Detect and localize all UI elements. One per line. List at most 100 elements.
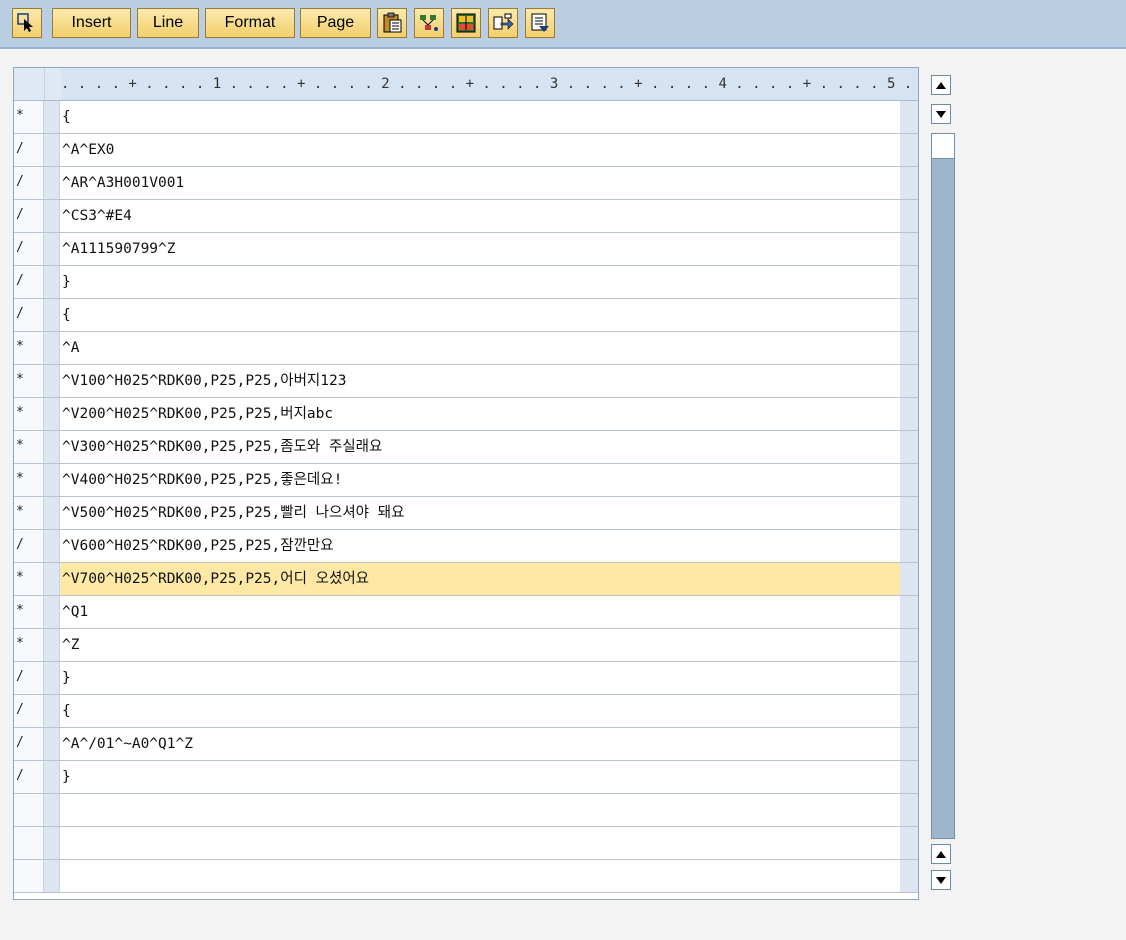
vertical-scrollbar[interactable]: [928, 69, 958, 897]
line-text[interactable]: ^V200^H025^RDK00,P25,P25,버지abc: [60, 398, 900, 430]
editor-line[interactable]: /}: [14, 761, 918, 794]
line-format-marker[interactable]: /: [14, 200, 44, 232]
editor-line[interactable]: / ^A111590799^Z: [14, 233, 918, 266]
scroll-up-bottom-button[interactable]: [931, 844, 951, 864]
line-format-marker[interactable]: *: [14, 563, 44, 595]
line-text[interactable]: {: [60, 101, 900, 133]
line-gap: [44, 860, 60, 892]
line-text[interactable]: ^A^EX0: [60, 134, 900, 166]
line-text[interactable]: ^V600^H025^RDK00,P25,P25,잠깐만요: [60, 530, 900, 562]
line-format-marker[interactable]: *: [14, 431, 44, 463]
editor-line[interactable]: * ^V500^H025^RDK00,P25,P25,빨리 나으셔야 돼요: [14, 497, 918, 530]
editor-line[interactable]: / ^A^EX0: [14, 134, 918, 167]
line-format-marker[interactable]: /: [14, 233, 44, 265]
line-text[interactable]: ^Z: [60, 629, 900, 661]
line-format-marker[interactable]: /: [14, 728, 44, 760]
line-text[interactable]: ^Q1: [60, 596, 900, 628]
line-format-marker[interactable]: /: [14, 530, 44, 562]
line-format-marker[interactable]: *: [14, 497, 44, 529]
editor-line[interactable]: * ^V400^H025^RDK00,P25,P25,좋은데요!: [14, 464, 918, 497]
scroll-track[interactable]: [931, 133, 955, 839]
line-right-gap: [900, 596, 918, 628]
scroll-down-bottom-button[interactable]: [931, 870, 951, 890]
editor-line[interactable]: / ^V600^H025^RDK00,P25,P25,잠깐만요: [14, 530, 918, 563]
line-format-marker[interactable]: /: [14, 761, 44, 793]
line-format-marker[interactable]: *: [14, 629, 44, 661]
line-gap: [44, 365, 60, 397]
editor-line[interactable]: /{: [14, 695, 918, 728]
text-editor[interactable]: . . . . + . . . . 1 . . . . + . . . . 2 …: [13, 67, 919, 900]
scroll-up-top-button[interactable]: [931, 75, 951, 95]
line-text[interactable]: {: [60, 299, 900, 331]
ruler-gutter: [14, 68, 45, 100]
editor-line[interactable]: * ^V300^H025^RDK00,P25,P25,좀도와 주실래요: [14, 431, 918, 464]
line-format-marker[interactable]: *: [14, 398, 44, 430]
select-cursor-button[interactable]: [12, 8, 42, 38]
editor-line[interactable]: /{: [14, 299, 918, 332]
line-text[interactable]: {: [60, 695, 900, 727]
editor-line[interactable]: /}: [14, 662, 918, 695]
line-format-marker[interactable]: [14, 860, 44, 892]
line-format-marker[interactable]: /: [14, 167, 44, 199]
scroll-down-top-button[interactable]: [931, 104, 951, 124]
ruler-row: . . . . + . . . . 1 . . . . + . . . . 2 …: [14, 68, 918, 101]
editor-line[interactable]: / ^A^/01^~A0^Q1^Z: [14, 728, 918, 761]
editor-line[interactable]: [14, 827, 918, 860]
editor-line[interactable]: * ^Z: [14, 629, 918, 662]
page-button[interactable]: Page: [300, 8, 371, 38]
line-format-marker[interactable]: /: [14, 695, 44, 727]
transfer-button[interactable]: [488, 8, 518, 38]
line-text[interactable]: ^V400^H025^RDK00,P25,P25,좋은데요!: [60, 464, 900, 496]
line-format-marker[interactable]: *: [14, 365, 44, 397]
editor-line[interactable]: /}: [14, 266, 918, 299]
line-format-marker[interactable]: *: [14, 596, 44, 628]
structure-button[interactable]: [414, 8, 444, 38]
line-button[interactable]: Line: [137, 8, 199, 38]
editor-line[interactable]: [14, 794, 918, 827]
line-text[interactable]: ^AR^A3H001V001: [60, 167, 900, 199]
editor-line[interactable]: * ^A: [14, 332, 918, 365]
editor-rows: *{/ ^A^EX0/^AR^A3H001V001/^CS3^#E4/^A1115…: [14, 101, 918, 893]
line-right-gap: [900, 629, 918, 661]
line-format-marker[interactable]: /: [14, 266, 44, 298]
print-preview-button[interactable]: [525, 8, 555, 38]
line-text[interactable]: [60, 827, 900, 859]
line-format-marker[interactable]: [14, 794, 44, 826]
line-text[interactable]: ^V100^H025^RDK00,P25,P25,아버지123: [60, 365, 900, 397]
line-format-marker[interactable]: /: [14, 662, 44, 694]
editor-line[interactable]: * ^V700^H025^RDK00,P25,P25,어디 오셨어요: [14, 563, 918, 596]
clipboard-button[interactable]: [377, 8, 407, 38]
line-format-marker[interactable]: *: [14, 332, 44, 364]
editor-line[interactable]: * ^V200^H025^RDK00,P25,P25,버지abc: [14, 398, 918, 431]
line-gap: [44, 827, 60, 859]
line-right-gap: [900, 695, 918, 727]
line-text[interactable]: ^CS3^#E4: [60, 200, 900, 232]
editor-line[interactable]: * ^V100^H025^RDK00,P25,P25,아버지123: [14, 365, 918, 398]
line-format-marker[interactable]: /: [14, 134, 44, 166]
line-format-marker[interactable]: *: [14, 101, 44, 133]
editor-line[interactable]: * ^Q1: [14, 596, 918, 629]
line-format-marker[interactable]: /: [14, 299, 44, 331]
edit-table-button[interactable]: [451, 8, 481, 38]
format-button[interactable]: Format: [205, 8, 295, 38]
editor-line[interactable]: [14, 860, 918, 893]
line-text[interactable]: ^V500^H025^RDK00,P25,P25,빨리 나으셔야 돼요: [60, 497, 900, 529]
line-format-marker[interactable]: *: [14, 464, 44, 496]
line-format-marker[interactable]: [14, 827, 44, 859]
line-text[interactable]: ^A^/01^~A0^Q1^Z: [60, 728, 900, 760]
line-text[interactable]: ^V300^H025^RDK00,P25,P25,좀도와 주실래요: [60, 431, 900, 463]
editor-line[interactable]: *{: [14, 101, 918, 134]
insert-button[interactable]: Insert: [52, 8, 131, 38]
line-text[interactable]: ^A: [60, 332, 900, 364]
line-text[interactable]: ^A111590799^Z: [60, 233, 900, 265]
line-text[interactable]: ^V700^H025^RDK00,P25,P25,어디 오셨어요: [60, 563, 900, 595]
editor-line[interactable]: / ^AR^A3H001V001: [14, 167, 918, 200]
line-text[interactable]: [60, 794, 900, 826]
editor-line[interactable]: / ^CS3^#E4: [14, 200, 918, 233]
line-text[interactable]: }: [60, 761, 900, 793]
line-right-gap: [900, 761, 918, 793]
line-text[interactable]: }: [60, 266, 900, 298]
line-text[interactable]: }: [60, 662, 900, 694]
line-text[interactable]: [60, 860, 900, 892]
scroll-thumb[interactable]: [931, 133, 955, 159]
